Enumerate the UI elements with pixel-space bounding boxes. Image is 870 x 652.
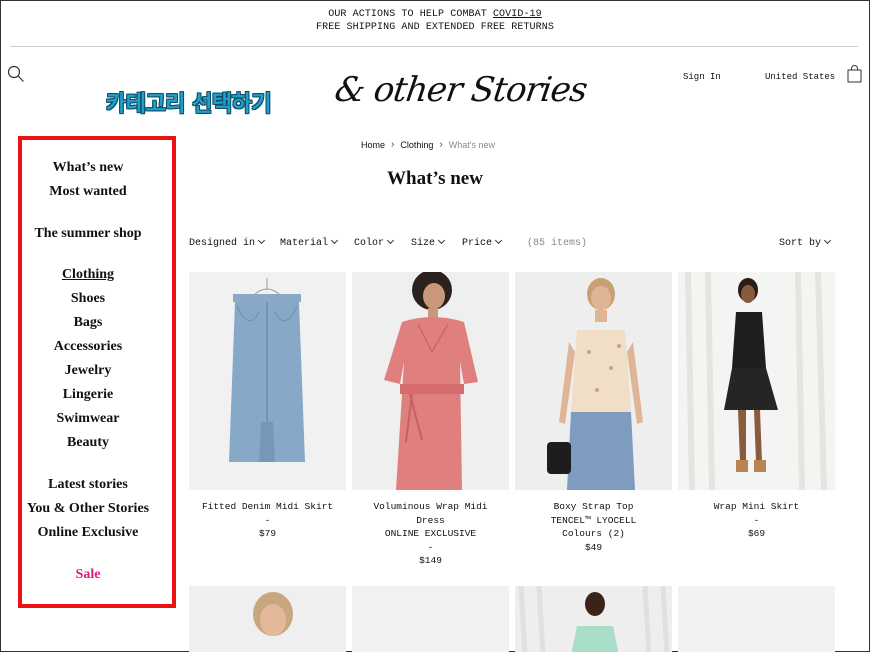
sidebar-item-online-exclusive[interactable]: Online Exclusive xyxy=(18,525,158,541)
brand-logo[interactable]: & other Stories xyxy=(332,70,589,110)
product-tag: ONLINE EXCLUSIVE xyxy=(384,528,477,539)
product-image[interactable] xyxy=(678,272,835,490)
chevron-down-icon xyxy=(823,236,832,245)
filter-size[interactable]: Size xyxy=(411,236,446,249)
product-card[interactable]: Voluminous Wrap Midi Dress ONLINE EXCLUS… xyxy=(352,272,509,568)
sidebar-item-most-wanted[interactable]: Most wanted xyxy=(18,184,158,200)
shipping-notice: FREE SHIPPING AND EXTENDED FREE RETURNS xyxy=(316,22,554,33)
promo-text: OUR ACTIONS TO HELP COMBAT xyxy=(328,9,493,20)
sign-in-link[interactable]: Sign In xyxy=(683,72,721,82)
product-name[interactable]: Boxy Strap Top xyxy=(515,500,672,514)
sidebar-item-whats-new[interactable]: What’s new xyxy=(18,160,158,176)
breadcrumb-clothing[interactable]: Clothing xyxy=(400,140,433,150)
item-count: (85 items) xyxy=(527,238,588,249)
breadcrumb-current: What's new xyxy=(448,139,495,150)
chevron-right-icon: › xyxy=(439,139,443,150)
country-selector[interactable]: United States xyxy=(765,72,835,82)
product-image[interactable] xyxy=(352,586,509,652)
sidebar-item-beauty[interactable]: Beauty xyxy=(18,435,158,451)
product-material: TENCEL™ LYOCELL xyxy=(550,514,637,526)
product-info: Wrap Mini Skirt - $69 xyxy=(678,500,835,541)
product-card[interactable]: Boxy Strap Top TENCEL™ LYOCELL Colours (… xyxy=(515,272,672,554)
product-name[interactable]: Voluminous Wrap Midi xyxy=(352,500,509,514)
product-image[interactable] xyxy=(352,272,509,490)
sidebar-item-summer-shop[interactable]: The summer shop xyxy=(18,226,158,242)
breadcrumb: Home › Clothing › What's new xyxy=(361,139,495,150)
product-info: Fitted Denim Midi Skirt - $79 xyxy=(189,500,346,541)
sidebar-item-jewelry[interactable]: Jewelry xyxy=(18,363,158,379)
filter-designed-in[interactable]: Designed in xyxy=(189,236,266,249)
product-name[interactable]: Wrap Mini Skirt xyxy=(678,500,835,514)
filter-price[interactable]: Price xyxy=(462,236,503,249)
sidebar-item-shoes[interactable]: Shoes xyxy=(18,291,158,307)
covid-link[interactable]: COVID-19 xyxy=(493,9,542,20)
product-image[interactable] xyxy=(515,586,672,652)
product-info: Boxy Strap Top TENCEL™ LYOCELL Colours (… xyxy=(515,500,672,554)
product-image[interactable] xyxy=(678,586,835,652)
sidebar-item-lingerie[interactable]: Lingerie xyxy=(18,387,158,403)
sidebar-item-bags[interactable]: Bags xyxy=(18,315,158,331)
breadcrumb-home[interactable]: Home xyxy=(361,140,385,150)
filter-material[interactable]: Material xyxy=(280,236,339,249)
product-colours[interactable]: Colours (2) xyxy=(515,527,672,541)
product-card[interactable]: Wrap Mini Skirt - $69 xyxy=(678,272,835,541)
header-divider xyxy=(10,46,858,47)
sidebar-item-latest-stories[interactable]: Latest stories xyxy=(18,477,158,493)
sidebar-item-accessories[interactable]: Accessories xyxy=(18,339,158,355)
product-price: $149 xyxy=(419,555,442,566)
search-icon[interactable] xyxy=(6,64,26,84)
product-image[interactable] xyxy=(189,272,346,490)
product-price: $69 xyxy=(747,528,766,539)
product-info: Voluminous Wrap Midi Dress ONLINE EXCLUS… xyxy=(352,500,509,568)
sidebar-item-sale[interactable]: Sale xyxy=(18,567,158,583)
sidebar-item-clothing[interactable]: Clothing xyxy=(18,267,158,283)
chevron-down-icon xyxy=(437,236,446,245)
sidebar-item-swimwear[interactable]: Swimwear xyxy=(18,411,158,427)
annotation-label: 카테고리 선택하기 xyxy=(106,92,272,117)
sort-dropdown[interactable]: Sort by xyxy=(779,236,832,249)
product-image[interactable] xyxy=(515,272,672,490)
product-card[interactable]: Fitted Denim Midi Skirt - $79 xyxy=(189,272,346,541)
chevron-right-icon: › xyxy=(391,139,395,150)
chevron-down-icon xyxy=(386,236,395,245)
sidebar-item-you-and-other-stories[interactable]: You & Other Stories xyxy=(18,501,158,517)
product-name[interactable]: Fitted Denim Midi Skirt xyxy=(189,500,346,514)
product-image[interactable] xyxy=(189,586,346,652)
shopping-bag-icon[interactable] xyxy=(847,65,862,83)
product-price: $79 xyxy=(258,528,277,539)
product-price: $49 xyxy=(584,541,603,553)
filter-color[interactable]: Color xyxy=(354,236,395,249)
chevron-down-icon xyxy=(494,236,503,245)
chevron-down-icon xyxy=(257,236,266,245)
chevron-down-icon xyxy=(330,236,339,245)
promo-banner: OUR ACTIONS TO HELP COMBAT COVID-19 FREE… xyxy=(0,8,870,34)
